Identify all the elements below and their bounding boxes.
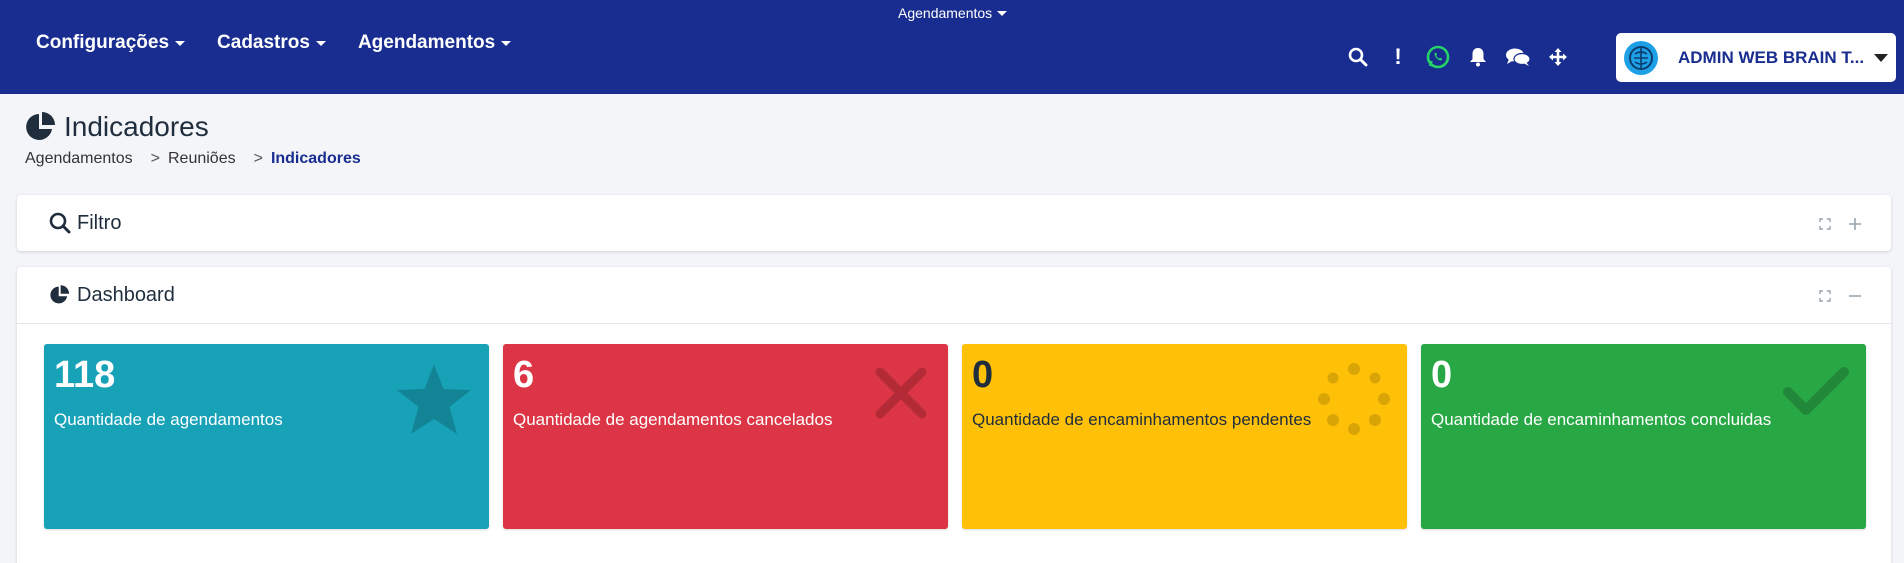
menu-item-cadastros[interactable]: Cadastros [217, 32, 326, 54]
stat-label: Quantidade de agendamentos [54, 410, 283, 429]
bell-icon[interactable] [1458, 40, 1498, 74]
search-icon [49, 212, 71, 234]
stat-box-pendentes: 0 Quantidade de encaminhamentos pendente… [962, 344, 1407, 529]
top-agendamentos-dropdown[interactable]: Agendamentos [898, 5, 1008, 21]
stat-box-agendamentos: 118 Quantidade de agendamentos [44, 344, 489, 529]
card-tools [1819, 289, 1861, 302]
page-title: Indicadores [24, 110, 209, 144]
menu-item-label: Cadastros [217, 32, 310, 53]
pie-chart-icon [26, 112, 55, 140]
breadcrumb-separator: > [150, 150, 160, 167]
stat-value: 6 [513, 354, 535, 396]
maximize-icon[interactable] [1819, 217, 1831, 230]
stat-value: 0 [1431, 354, 1453, 396]
plus-icon[interactable] [1849, 217, 1861, 230]
menu-item-agendamentos[interactable]: Agendamentos [357, 32, 512, 54]
card-tools [1819, 217, 1861, 230]
caret-down-icon [997, 10, 1008, 16]
search-icon[interactable] [1338, 40, 1378, 74]
menu-item-label: Configurações [36, 32, 170, 53]
filter-card: Filtro [17, 195, 1891, 251]
maximize-icon[interactable] [1819, 289, 1831, 302]
pie-chart-icon [50, 285, 70, 304]
breadcrumb-separator: > [253, 150, 263, 167]
filter-card-header[interactable]: Filtro [17, 195, 1891, 251]
breadcrumb-item-agendamentos[interactable]: Agendamentos [25, 150, 133, 168]
user-menu[interactable]: ADMIN WEB BRAIN T... [1616, 33, 1896, 82]
dashboard-card-header[interactable]: Dashboard [17, 267, 1891, 324]
caret-down-icon [1874, 53, 1888, 62]
arrows-move-icon[interactable] [1538, 40, 1578, 74]
stat-label: Quantidade de encaminhamentos concluidas [1431, 410, 1772, 429]
breadcrumb-item-indicadores: Indicadores [270, 150, 361, 167]
caret-down-icon [315, 40, 326, 46]
minus-icon[interactable] [1849, 289, 1861, 301]
avatar [1624, 40, 1658, 75]
filter-card-title: Filtro [77, 211, 122, 234]
times-icon [870, 362, 932, 429]
stat-label: Quantidade de agendamentos cancelados [513, 410, 833, 429]
main-menu: Configurações Cadastros Agendamentos [36, 32, 512, 54]
stat-box-concluidas: 0 Quantidade de encaminhamentos concluid… [1421, 344, 1866, 529]
stat-value: 118 [54, 354, 116, 396]
caret-down-icon [501, 40, 512, 46]
top-dropdown-label: Agendamentos [898, 5, 993, 21]
chat-icon[interactable] [1498, 40, 1538, 74]
breadcrumb-item-reunioes[interactable]: Reuniões [168, 150, 236, 168]
top-navbar: Agendamentos Configurações Cadastros Age… [0, 0, 1904, 94]
stat-box-cancelados: 6 Quantidade de agendamentos cancelados [503, 344, 948, 529]
dashboard-card-title: Dashboard [77, 283, 175, 306]
star-icon [395, 362, 473, 443]
whatsapp-icon[interactable] [1418, 40, 1458, 74]
breadcrumb: Agendamentos > Reuniões > Indicadores [25, 150, 361, 168]
navbar-icons: ! [1338, 40, 1578, 74]
stat-value: 0 [972, 354, 994, 396]
exclamation-icon[interactable]: ! [1378, 40, 1418, 74]
page-title-text: Indicadores [64, 111, 209, 142]
menu-item-configuracoes[interactable]: Configurações [36, 32, 186, 54]
caret-down-icon [175, 40, 186, 46]
menu-item-label: Agendamentos [357, 32, 496, 53]
stat-label: Quantidade de encaminhamentos pendentes [972, 410, 1312, 429]
check-icon [1782, 362, 1850, 427]
exclamation-glyph: ! [1394, 44, 1402, 69]
user-name: ADMIN WEB BRAIN T... [1678, 47, 1865, 67]
spinner-icon [1317, 362, 1391, 441]
